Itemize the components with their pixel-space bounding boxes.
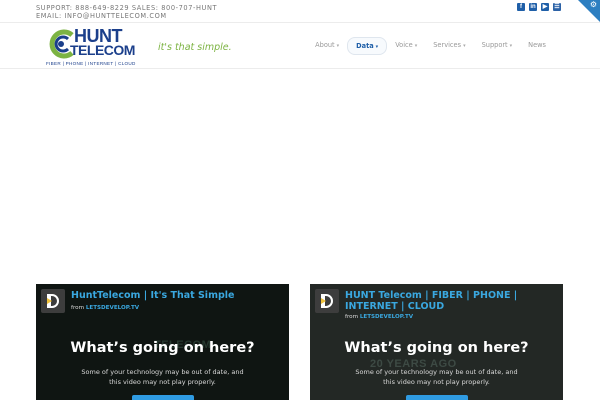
chevron-down-icon: ▾ [375,44,379,50]
video-error-headline: What’s going on here? [344,340,529,356]
channel-avatar[interactable] [41,289,65,313]
chevron-down-icon: ▾ [414,43,418,49]
site-header: HUNT TELECOM FIBER | PHONE | INTERNET | … [0,22,600,69]
main-nav: About ▾ Data ▾ Voice ▾ Services ▾ Support ▾ N… [307,37,554,55]
video-player[interactable]: TELECOM HuntTelecom | It's That Simple f… [36,284,289,400]
play-icon [321,298,326,304]
nav-item-support[interactable]: Support ▾ [474,37,521,55]
nav-item-voice[interactable]: Voice ▾ [387,37,425,55]
video-source-prefix: from [345,314,359,320]
site-logo[interactable]: HUNT TELECOM FIBER | PHONE | INTERNET | … [46,27,146,69]
chevron-down-icon: ▾ [463,43,466,49]
tagline: it's that simple. [158,42,232,53]
social-links: f in ▶ ☰ [517,3,561,11]
nav-item-services[interactable]: Services ▾ [425,37,473,55]
nav-item-label: Support [481,41,508,49]
youtube-icon[interactable]: ▶ [541,3,549,11]
top-bar: SUPPORT: 888-649-8229 SALES: 800-707-HUN… [0,0,600,22]
facebook-icon[interactable]: f [517,3,525,11]
video-source: from LETSDEVELOP.TV [71,305,139,311]
logo-word-telecom: TELECOM [70,42,135,58]
video-source-link[interactable]: LETSDEVELOP.TV [86,305,139,311]
nav-item-about[interactable]: About ▾ [307,37,347,55]
video-title[interactable]: HUNT Telecom | FIBER | PHONE | INTERNET … [345,290,560,312]
video-error-headline: What’s going on here? [70,340,255,356]
video-error-message: Some of your technology may be out of da… [355,368,518,386]
nav-item-label: Voice [395,41,413,49]
channel-avatar[interactable] [315,289,339,313]
contact-info: SUPPORT: 888-649-8229 SALES: 800-707-HUN… [36,4,218,20]
video-error-message: Some of your technology may be out of da… [81,368,244,386]
nav-item-label: Services [433,41,462,49]
video-source-link[interactable]: LETSDEVELOP.TV [360,314,413,320]
video-title[interactable]: HuntTelecom | It's That Simple [71,290,286,301]
nav-item-label: About [315,41,335,49]
page: SUPPORT: 888-649-8229 SALES: 800-707-HUN… [0,0,600,400]
video-source-prefix: from [71,305,85,311]
chevron-down-icon: ▾ [336,43,340,49]
video-source: from LETSDEVELOP.TV [345,314,413,320]
linkedin-icon[interactable]: in [529,3,537,11]
nav-item-data[interactable]: Data ▾ [347,37,388,55]
chevron-down-icon: ▾ [509,43,513,49]
video-help-button[interactable] [406,395,468,400]
video-player[interactable]: 20 YEARS AGO HUNT Telecom | FIBER | PHON… [310,284,563,400]
nav-item-label: Data [356,42,374,50]
rss-icon[interactable]: ☰ [553,3,561,11]
hero-area [0,70,600,282]
play-icon [47,298,52,304]
nav-item-news[interactable]: News [520,37,554,55]
nav-item-label: News [528,41,546,49]
video-help-button[interactable] [132,395,194,400]
gear-icon[interactable]: ⚙ [590,1,597,9]
logo-subtitle: FIBER | PHONE | INTERNET | CLOUD [46,61,136,66]
